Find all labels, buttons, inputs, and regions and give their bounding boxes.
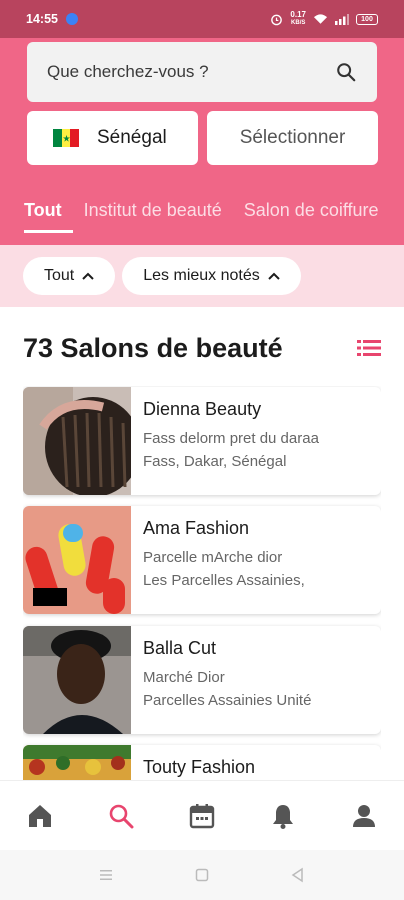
list-header: 73 Salons de beauté [23,328,381,368]
tab-salon-de-coiffure[interactable]: Salon de coiffure [233,188,390,232]
bell-icon [272,804,293,829]
salon-thumbnail [23,506,131,614]
salon-address: Parcelle mArche dior [143,549,283,566]
user-icon [352,804,375,827]
tab-institut-de-beaute[interactable]: Institut de beauté [73,188,233,232]
search-icon[interactable] [335,61,357,83]
nav-home[interactable] [20,796,60,836]
search-input[interactable]: Que cherchez-vous ? [27,42,377,102]
salon-thumbnail [23,626,131,734]
nav-profile[interactable] [344,796,384,836]
menu-icon[interactable] [98,867,114,883]
results-title: 73 Salons de beauté [23,332,283,363]
nav-search[interactable] [101,796,141,836]
status-bar: 14:55 0.17 KB/S 100 [0,0,404,38]
status-time: 14:55 [26,12,58,26]
alarm-icon [271,14,283,25]
salon-card[interactable]: Ama Fashion Parcelle mArche dior Les Par… [23,506,381,614]
sort-filter-label: Les mieux notés [143,267,260,284]
sort-filter-chip[interactable]: Les mieux notés [122,257,301,295]
list-view-icon[interactable] [357,338,381,358]
salon-thumbnail [23,745,131,780]
salon-thumbnail [23,387,131,495]
chevron-up-icon [268,272,280,280]
bottom-navigation [0,780,404,850]
bluetooth-icon [65,13,78,25]
tab-tout[interactable]: Tout [0,188,73,233]
country-selector[interactable]: Sénégal [27,111,198,165]
header: Que cherchez-vous ? Sénégal Sélectionner… [0,38,404,245]
category-tabs: Tout Institut de beauté Salon de coiffur… [0,188,404,245]
wifi-icon [313,14,328,24]
search-placeholder: Que cherchez-vous ? [47,62,209,81]
salon-name: Dienna Beauty [143,399,262,419]
filter-bar: Tout Les mieux notés [0,245,404,307]
salon-address: Fass delorm pret du daraa [143,430,319,447]
country-label: Sénégal [97,127,167,148]
salon-address: Marché Dior [143,669,225,686]
home-icon [29,804,52,827]
category-filter-chip[interactable]: Tout [23,257,116,295]
salon-card[interactable]: Balla Cut Marché Dior Parcelles Assainie… [23,626,381,734]
salon-name: Ama Fashion [143,518,250,538]
home-square-icon[interactable] [194,867,210,883]
calendar-icon [189,803,215,828]
nav-notifications[interactable] [263,796,303,836]
chevron-up-icon [82,272,94,280]
salon-card[interactable]: Touty Fashion [23,745,381,780]
salon-city: Les Parcelles Assainies, [143,572,305,589]
network-speed: 0.17 KB/S [290,10,306,27]
select-button[interactable]: Sélectionner [207,111,378,165]
salon-card[interactable]: Dienna Beauty Fass delorm pret du daraa … [23,387,381,495]
salon-city: Parcelles Assainies Unité [143,692,312,709]
nav-calendar[interactable] [182,796,222,836]
status-icons: 0.17 KB/S 100 [270,11,378,27]
signal-icon [335,13,349,25]
category-filter-label: Tout [44,267,75,284]
salon-name: Touty Fashion [143,757,256,777]
senegal-flag-icon [53,129,80,147]
battery-icon: 100 [356,13,378,25]
back-icon[interactable] [290,867,306,883]
salon-city: Fass, Dakar, Sénégal [143,453,287,470]
salon-list: Dienna Beauty Fass delorm pret du daraa … [23,386,381,780]
salon-name: Balla Cut [143,638,217,658]
system-navigation [0,850,404,900]
search-icon [109,804,134,828]
